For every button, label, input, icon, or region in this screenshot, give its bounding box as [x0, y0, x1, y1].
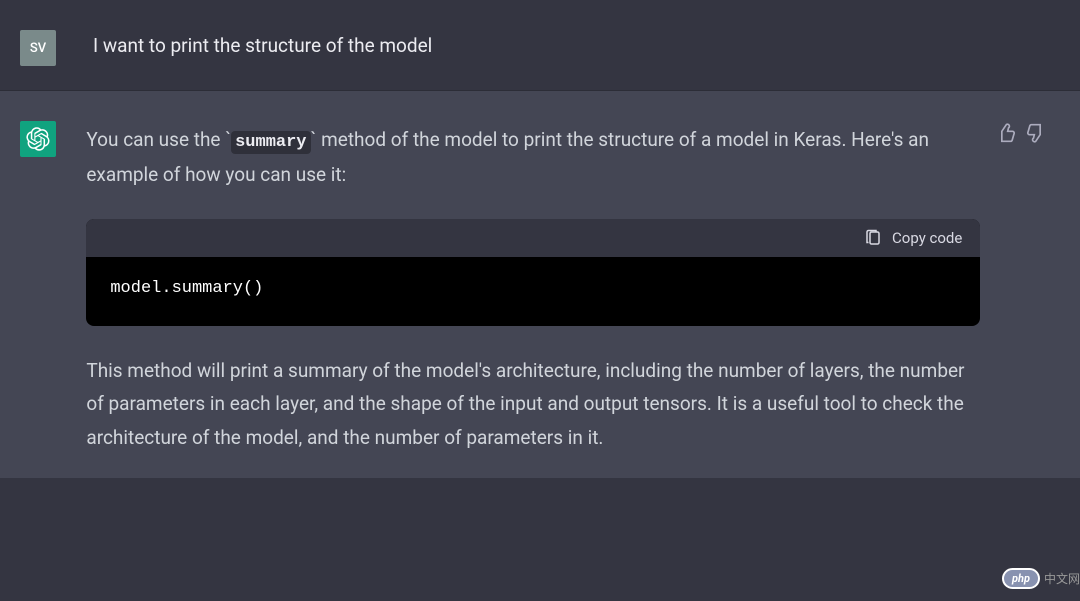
assistant-explanation: This method will print a summary of the … [86, 354, 980, 454]
thumbs-down-icon [1026, 123, 1046, 143]
watermark: php 中文网 [1002, 568, 1080, 589]
watermark-text: 中文网 [1044, 570, 1080, 587]
user-actions [988, 24, 1080, 66]
copy-code-label: Copy code [892, 229, 962, 247]
user-content: I want to print the structure of the mod… [93, 24, 988, 66]
copy-code-button[interactable]: Copy code [864, 229, 962, 247]
user-avatar-col: SV [0, 24, 93, 66]
user-message-row: SV I want to print the structure of the … [0, 0, 1080, 91]
thumbs-down-button[interactable] [1026, 123, 1046, 143]
clipboard-icon [864, 229, 882, 247]
assistant-intro: You can use the `summary` method of the … [86, 123, 980, 191]
thumbs-up-icon [996, 123, 1016, 143]
inline-code-summary: summary [231, 131, 310, 154]
code-block: Copy code model.summary() [86, 219, 980, 326]
user-message-text: I want to print the structure of the mod… [93, 32, 972, 61]
openai-icon [26, 127, 50, 151]
assistant-actions [996, 115, 1080, 454]
code-body: model.summary() [86, 257, 980, 326]
code-header: Copy code [86, 219, 980, 257]
user-avatar: SV [20, 30, 56, 66]
watermark-badge: php [1002, 568, 1040, 589]
assistant-avatar [20, 121, 56, 157]
thumbs-up-button[interactable] [996, 123, 1016, 143]
assistant-content: You can use the `summary` method of the … [86, 115, 996, 454]
assistant-avatar-col [0, 115, 86, 454]
assistant-message-row: You can use the `summary` method of the … [0, 91, 1080, 478]
assistant-text-before: You can use the [86, 128, 225, 151]
